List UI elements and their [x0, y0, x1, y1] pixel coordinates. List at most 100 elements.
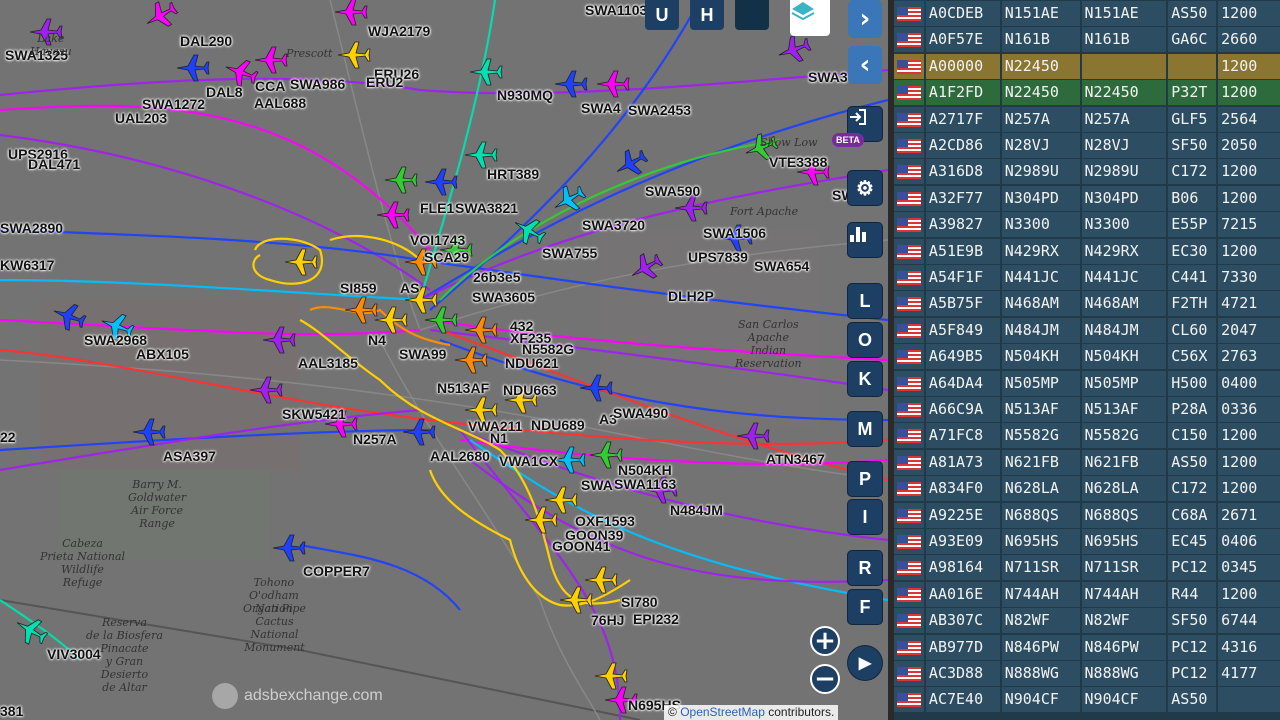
table-row[interactable]: AA016E N744AH N744AH R44 1200 [894, 581, 1280, 607]
aircraft-label[interactable]: N1 [490, 430, 508, 446]
aircraft-icon[interactable] [344, 296, 378, 324]
toggle-t-button[interactable]: T [735, 0, 769, 30]
aircraft-icon[interactable] [584, 566, 618, 594]
aircraft-label[interactable]: N484JM [670, 502, 723, 518]
zoom-out-button[interactable]: − [810, 664, 840, 694]
aircraft-label[interactable]: NDU663 [503, 382, 557, 398]
table-row[interactable]: A71FC8 N5582G N5582G C150 1200 [894, 422, 1280, 449]
aircraft-icon[interactable] [141, 0, 182, 35]
aircraft-label[interactable]: 22 [0, 429, 16, 445]
table-row[interactable]: A0CDEB N151AE N151AE AS50 1200 [894, 0, 1280, 26]
aircraft-label[interactable]: AAL2680 [430, 448, 490, 464]
aircraft-label[interactable]: ABX105 [136, 346, 189, 362]
aircraft-label[interactable]: FLE1 [420, 200, 454, 216]
filter-r-button[interactable]: R [848, 551, 882, 585]
aircraft-label[interactable]: SCA29 [424, 249, 469, 265]
aircraft-label[interactable]: VWA1CX [499, 453, 558, 469]
aircraft-label[interactable]: AAL688 [254, 95, 306, 111]
aircraft-label[interactable]: ATN3467 [766, 451, 825, 467]
aircraft-label[interactable]: UAL203 [115, 110, 167, 126]
aircraft-label[interactable]: SWA755 [542, 245, 597, 261]
aircraft-icon[interactable] [176, 54, 210, 82]
aircraft-label[interactable]: SWA3605 [472, 289, 535, 305]
aircraft-icon[interactable] [774, 32, 813, 67]
table-row[interactable]: AC3D88 N888WG N888WG PC12 4177 [894, 660, 1280, 686]
filter-m-button[interactable]: M [848, 412, 882, 446]
aircraft-label[interactable]: DAL290 [180, 33, 232, 49]
aircraft-label[interactable]: SWA1103 [585, 2, 647, 18]
aircraft-label[interactable]: N930MQ [497, 87, 553, 103]
table-row[interactable]: A66C9A N513AF N513AF P28A 0336 [894, 396, 1280, 422]
filter-k-button[interactable]: K [848, 362, 882, 396]
aircraft-label[interactable]: 26b3e5 [473, 269, 520, 285]
aircraft-label[interactable]: SWA3821 [455, 200, 518, 216]
aircraft-label[interactable]: VTE3388 [769, 154, 827, 170]
openstreetmap-link[interactable]: OpenStreetMap [680, 705, 765, 719]
table-row[interactable]: A649B5 N504KH N504KH C56X 2763 [894, 343, 1280, 370]
aircraft-label[interactable]: SWA [581, 477, 613, 493]
aircraft-icon[interactable] [549, 180, 590, 219]
aircraft-label[interactable]: WJA2179 [368, 23, 430, 39]
layers-button[interactable] [790, 0, 830, 36]
aircraft-label[interactable]: SWA3720 [582, 217, 645, 233]
aircraft-label[interactable]: SWA2453 [628, 102, 691, 118]
aircraft-label[interactable]: HRT389 [487, 166, 539, 182]
filter-p-button[interactable]: P [848, 462, 882, 496]
map-view[interactable]: SWA1325 DAL290 WJA2179 DAL8 CCA SWA986 ERU26 ER… [0, 0, 888, 720]
toggle-u-button[interactable]: U [645, 0, 679, 30]
aircraft-label[interactable]: SWA986 [290, 76, 345, 92]
table-row[interactable]: AB307C N82WF N82WF SF50 6744 [894, 607, 1280, 634]
table-row[interactable]: A00000 N22450 1200 [894, 53, 1280, 79]
aircraft-label[interactable]: SWA490 [613, 405, 668, 421]
filter-l-button[interactable]: L [848, 284, 882, 318]
aircraft-label[interactable]: DAL8 [206, 84, 243, 100]
aircraft-icon[interactable] [334, 0, 368, 26]
table-row[interactable]: A51E9B N429RX N429RX EC30 1200 [894, 238, 1280, 264]
aircraft-icon[interactable] [424, 306, 458, 334]
table-row[interactable]: A316D8 N2989U N2989U C172 1200 [894, 158, 1280, 185]
aircraft-label[interactable]: 381 [0, 703, 23, 719]
aircraft-icon[interactable] [337, 41, 371, 69]
aircraft-label[interactable]: SWA3 [808, 69, 848, 85]
table-row[interactable]: A9225E N688QS N688QS C68A 2671 [894, 502, 1280, 528]
aircraft-icon[interactable] [284, 248, 318, 276]
aircraft-icon[interactable] [524, 506, 558, 534]
aircraft-label[interactable]: CCA [255, 78, 285, 94]
table-row[interactable]: A39827 N3300 N3300 E55P 7215 [894, 211, 1280, 238]
aircraft-label[interactable]: COPPER7 [303, 563, 370, 579]
aircraft-label[interactable]: N4 [368, 332, 386, 348]
aircraft-label[interactable]: SWA1506 [703, 225, 766, 241]
table-row[interactable]: AB977D N846PW N846PW PC12 4316 [894, 634, 1280, 660]
aircraft-label[interactable]: ERU2 [366, 74, 403, 90]
aircraft-icon[interactable] [594, 662, 628, 690]
aircraft-label[interactable]: ASA397 [163, 448, 216, 464]
aircraft-label[interactable]: AS [400, 280, 419, 296]
toggle-h-button[interactable]: H [690, 0, 724, 30]
aircraft-label[interactable]: VOI1743 [410, 232, 465, 248]
aircraft-icon[interactable] [402, 418, 436, 446]
aircraft-icon[interactable] [611, 144, 652, 183]
table-row[interactable]: A1F2FD N22450 N22450 P32T 1200 [894, 79, 1280, 106]
filter-o-button[interactable]: O [848, 323, 882, 357]
table-row[interactable]: A2CD86 N28VJ N28VJ SF50 2050 [894, 132, 1280, 158]
aircraft-label[interactable]: DAL471 [28, 156, 80, 172]
aircraft-label[interactable]: KW6317 [0, 257, 54, 273]
aircraft-label[interactable]: SI859 [340, 280, 377, 296]
aircraft-label[interactable]: SWA590 [645, 183, 700, 199]
aircraft-label[interactable]: SKW5421 [282, 406, 346, 422]
settings-button[interactable]: ⚙ [848, 171, 882, 205]
table-row[interactable]: A0F57E N161B N161B GA6C 2660 [894, 26, 1280, 53]
table-row[interactable]: AC7E40 N904CF N904CF AS50 [894, 686, 1280, 713]
aircraft-icon[interactable] [469, 58, 503, 86]
aircraft-label[interactable]: NDU689 [531, 417, 585, 433]
table-row[interactable]: A54F1F N441JC N441JC C441 7330 [894, 264, 1280, 290]
aircraft-label[interactable]: N257A [353, 431, 397, 447]
aircraft-label[interactable]: SWA1163 [614, 476, 676, 492]
aircraft-label[interactable]: GOON41 [552, 538, 610, 554]
aircraft-icon[interactable] [464, 316, 498, 344]
aircraft-label[interactable]: DLH2P [668, 288, 714, 304]
filter-f-button[interactable]: F [848, 590, 882, 624]
aircraft-label[interactable]: UPS7839 [688, 249, 748, 265]
aircraft-label[interactable]: EPI232 [633, 611, 679, 627]
aircraft-label[interactable]: SWA4 [581, 100, 621, 116]
